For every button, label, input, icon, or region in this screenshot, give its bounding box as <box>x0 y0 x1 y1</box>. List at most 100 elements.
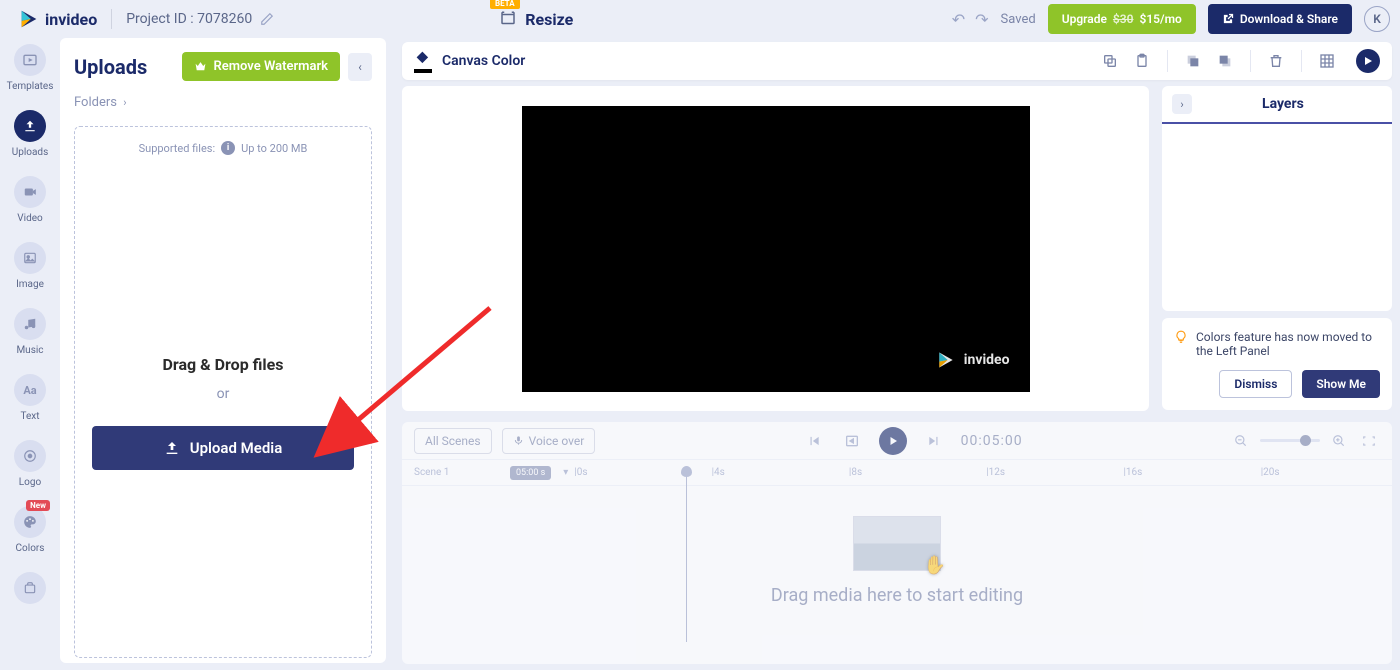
dismiss-button[interactable]: Dismiss <box>1219 370 1292 398</box>
rail-text[interactable]: Aa Text <box>14 374 46 422</box>
or-label: or <box>217 386 230 402</box>
external-link-icon <box>1222 13 1234 25</box>
rail-logo[interactable]: Logo <box>14 440 46 488</box>
frame-back-icon[interactable] <box>841 430 863 452</box>
image-icon <box>14 242 46 274</box>
chevron-right-icon: › <box>123 96 126 109</box>
resize-label: Resize <box>525 10 573 29</box>
upgrade-button[interactable]: Upgrade $30 $15/mo <box>1048 4 1196 34</box>
zoom-in-icon[interactable] <box>1328 430 1350 452</box>
rail-uploads[interactable]: Uploads <box>12 110 48 158</box>
grid-icon[interactable] <box>1316 50 1338 72</box>
tip-text: Colors feature has now moved to the Left… <box>1196 330 1380 358</box>
all-scenes-button[interactable]: All Scenes <box>414 428 492 454</box>
redo-icon[interactable]: ↷ <box>975 10 988 29</box>
timeline: All Scenes Voice over 00:05:00 Scene 1 0… <box>402 422 1392 664</box>
crown-icon <box>194 60 207 73</box>
upgrade-price: $15/mo <box>1139 12 1181 26</box>
canvas-video[interactable]: invideo <box>522 106 1030 392</box>
uploads-panel: Uploads Remove Watermark ‹ Folders › Sup… <box>60 38 386 663</box>
skip-back-icon[interactable] <box>803 430 825 452</box>
undo-icon[interactable]: ↶ <box>952 10 965 29</box>
rail-more[interactable] <box>14 572 46 604</box>
scene-duration-pill[interactable]: 05:00 s <box>510 466 551 480</box>
play-button[interactable] <box>879 427 907 455</box>
rail-label-logo: Logo <box>19 477 41 488</box>
text-icon: Aa <box>14 374 46 406</box>
voice-over-button[interactable]: Voice over <box>502 428 596 454</box>
paste-icon[interactable] <box>1131 50 1153 72</box>
beta-badge: BETA <box>490 0 520 9</box>
download-share-button[interactable]: Download & Share <box>1208 4 1352 34</box>
rail-templates[interactable]: Templates <box>7 44 54 92</box>
music-icon <box>14 308 46 340</box>
collapse-panel-button[interactable]: ‹ <box>348 53 372 81</box>
uploads-title: Uploads <box>74 55 147 79</box>
info-icon[interactable]: i <box>221 141 235 155</box>
layers-collapse-icon[interactable]: › <box>1172 94 1192 114</box>
rail-video[interactable]: Video <box>14 176 46 224</box>
canvas-color-label: Canvas Color <box>442 53 525 69</box>
resize-button[interactable]: Resize <box>499 10 573 29</box>
show-me-button[interactable]: Show Me <box>1302 370 1380 398</box>
uploads-header: Uploads Remove Watermark ‹ <box>74 52 372 81</box>
supported-files-info: Supported files: i Up to 200 MB <box>139 141 308 155</box>
rail-colors[interactable]: New Colors <box>14 506 46 554</box>
folders-breadcrumb[interactable]: Folders › <box>74 95 372 110</box>
rail-image[interactable]: Image <box>14 242 46 290</box>
bring-forward-icon[interactable] <box>1182 50 1204 72</box>
upload-media-button[interactable]: Upload Media <box>92 426 354 470</box>
resize-icon <box>499 10 517 28</box>
video-icon <box>14 176 46 208</box>
timeline-playback-controls: 00:05:00 <box>803 427 1023 455</box>
supported-size: Up to 200 MB <box>241 142 307 155</box>
layers-header: › Layers <box>1162 86 1392 124</box>
project-id: Project ID : 7078260 <box>126 11 252 27</box>
left-rail: Templates Uploads Video Image Music Aa T… <box>0 38 60 670</box>
scene-label[interactable]: Scene 1 <box>402 467 502 478</box>
remove-watermark-button[interactable]: Remove Watermark <box>182 52 340 81</box>
zoom-slider[interactable] <box>1260 439 1320 442</box>
tip-card: Colors feature has now moved to the Left… <box>1162 318 1392 410</box>
preview-play-button[interactable] <box>1356 49 1380 73</box>
playhead[interactable] <box>686 472 687 642</box>
canvas-toolbar: ◆ Canvas Color <box>402 42 1392 80</box>
avatar-initial: K <box>1373 12 1381 26</box>
edit-project-id-icon[interactable] <box>260 12 274 26</box>
save-status: Saved <box>1001 12 1036 27</box>
undo-redo-group: ↶ ↷ <box>952 10 989 29</box>
templates-icon <box>14 44 46 76</box>
canvas-watermark: invideo <box>934 348 1010 372</box>
canvas-color-button[interactable]: ◆ Canvas Color <box>414 51 525 71</box>
upload-dropzone[interactable]: Supported files: i Up to 200 MB Drag & D… <box>74 126 372 658</box>
brand-name: invideo <box>45 10 97 29</box>
canvas-color-icon: ◆ <box>414 51 434 71</box>
rail-label-templates: Templates <box>7 81 54 92</box>
upload-icon <box>164 440 180 456</box>
new-badge: New <box>26 500 50 511</box>
uploads-icon <box>14 110 46 142</box>
supported-prefix: Supported files: <box>139 142 216 155</box>
folders-label: Folders <box>74 95 117 110</box>
avatar[interactable]: K <box>1364 6 1390 32</box>
header-right: ↶ ↷ Saved Upgrade $30 $15/mo Download & … <box>952 4 1390 34</box>
skip-forward-icon[interactable] <box>923 430 945 452</box>
timeline-dropzone[interactable]: ✋ Drag media here to start editing <box>402 516 1392 606</box>
logo[interactable]: invideo <box>17 7 97 31</box>
tick: |8s <box>843 467 980 478</box>
separator <box>1167 50 1168 72</box>
upgrade-strike: $30 <box>1113 12 1134 26</box>
playhead-handle[interactable] <box>681 466 692 477</box>
separator <box>1301 50 1302 72</box>
copy-icon[interactable] <box>1099 50 1121 72</box>
trash-icon[interactable] <box>1265 50 1287 72</box>
rail-music[interactable]: Music <box>14 308 46 356</box>
upgrade-prefix: Upgrade <box>1062 12 1107 26</box>
upload-media-label: Upload Media <box>190 439 283 457</box>
media-placeholder-thumb: ✋ <box>853 516 941 571</box>
send-backward-icon[interactable] <box>1214 50 1236 72</box>
watermark-logo-icon <box>934 348 958 372</box>
zoom-out-icon[interactable] <box>1230 430 1252 452</box>
lightbulb-icon <box>1174 330 1188 358</box>
fit-icon[interactable] <box>1358 430 1380 452</box>
